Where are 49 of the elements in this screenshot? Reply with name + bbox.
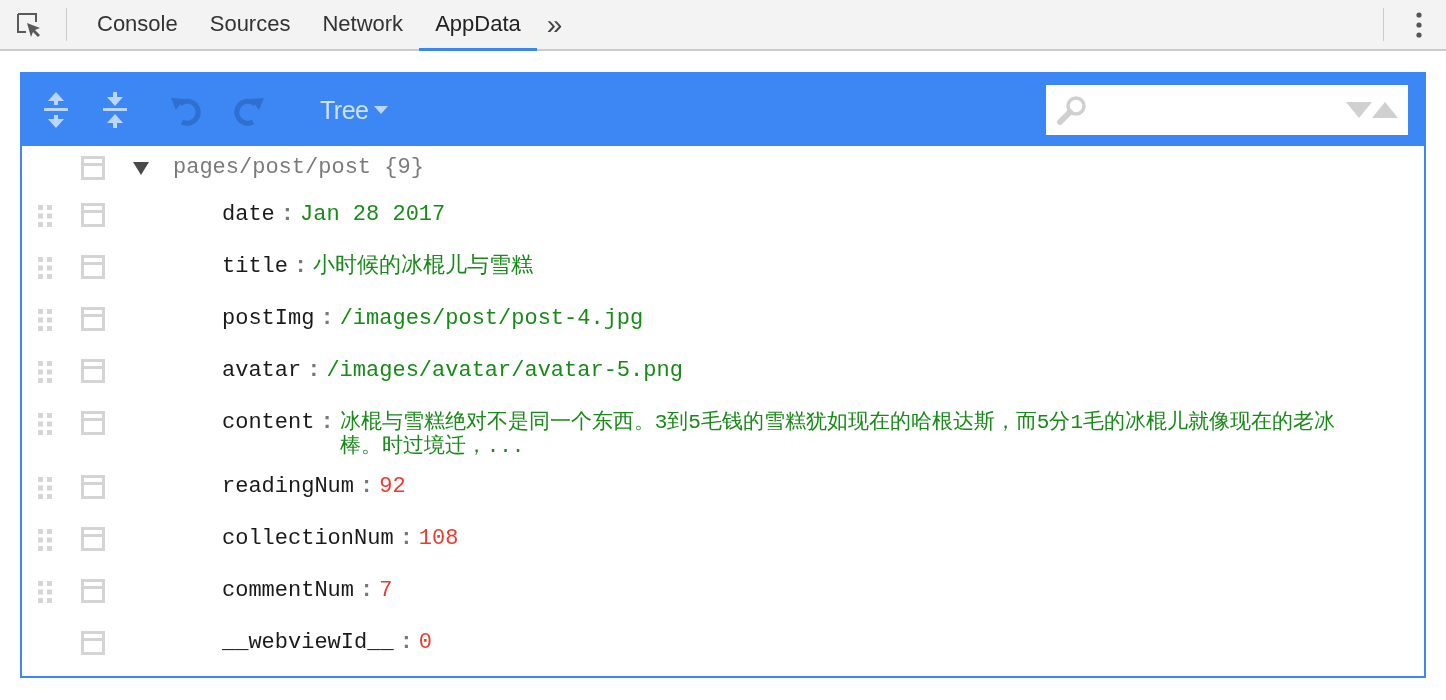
field-key: postImg	[222, 303, 315, 335]
drag-handle-icon[interactable]	[38, 581, 52, 603]
more-menu-icon[interactable]	[1414, 9, 1424, 40]
drag-handle-icon[interactable]	[38, 257, 52, 279]
drag-handle-icon[interactable]	[38, 205, 52, 227]
tab[interactable]: Sources	[193, 0, 307, 51]
search-icon	[1056, 94, 1088, 126]
expanded-arrow-icon[interactable]	[133, 160, 149, 176]
key-separator: :	[360, 473, 374, 501]
field-key: commentNum	[222, 575, 355, 607]
number-value[interactable]: 92	[379, 471, 406, 503]
string-value[interactable]: /images/avatar/avatar-5.png	[326, 355, 683, 387]
field-key: date	[222, 199, 275, 231]
drag-handle-icon[interactable]	[38, 477, 52, 499]
string-value[interactable]: /images/post/post-4.jpg	[339, 303, 644, 335]
key-separator: :	[399, 629, 413, 657]
drag-handle-icon[interactable]	[38, 361, 52, 383]
key-separator: :	[320, 409, 334, 437]
previous-result-icon[interactable]	[1372, 102, 1398, 118]
drag-handle-icon[interactable]	[38, 309, 52, 331]
key-separator: :	[294, 253, 308, 281]
field-key: title	[222, 251, 288, 283]
node-label: pages/post/post {9}	[173, 154, 424, 182]
number-value[interactable]: 7	[379, 575, 393, 607]
caret-icon	[374, 106, 389, 114]
string-value[interactable]: 冰棍与雪糕绝对不是同一个东西。3到5毛钱的雪糕犹如现在的哈根达斯，而5分1毛的冰棍儿就像现在的老冰棒。时过境迁，...	[339, 411, 1365, 459]
tab[interactable]: AppData	[419, 0, 537, 51]
string-value[interactable]: 小时候的冰棍儿与雪糕	[313, 251, 534, 283]
key-separator: :	[320, 305, 334, 333]
field-key: collectionNum	[222, 523, 394, 555]
tab[interactable]: Network	[306, 0, 420, 51]
drag-handle-icon[interactable]	[38, 413, 52, 435]
number-value[interactable]: 108	[418, 523, 459, 555]
key-separator: :	[307, 357, 321, 385]
search-field[interactable]	[1046, 85, 1408, 135]
key-separator: :	[360, 577, 374, 605]
field-key: readingNum	[222, 471, 355, 503]
next-result-icon[interactable]	[1346, 102, 1372, 118]
key-separator: :	[399, 525, 413, 553]
mode-dropdown[interactable]: Tree	[320, 95, 389, 125]
drag-handle-icon[interactable]	[38, 529, 52, 551]
field-key: __webviewId__	[222, 627, 394, 659]
field-key: avatar	[222, 355, 302, 387]
key-separator: :	[280, 201, 294, 229]
more-tabs-button[interactable]: »	[536, 0, 573, 49]
field-key: content	[222, 407, 315, 439]
number-value[interactable]: 0	[418, 627, 433, 659]
tab[interactable]: Console	[81, 0, 194, 51]
string-value[interactable]: Jan 28 2017	[300, 199, 446, 231]
